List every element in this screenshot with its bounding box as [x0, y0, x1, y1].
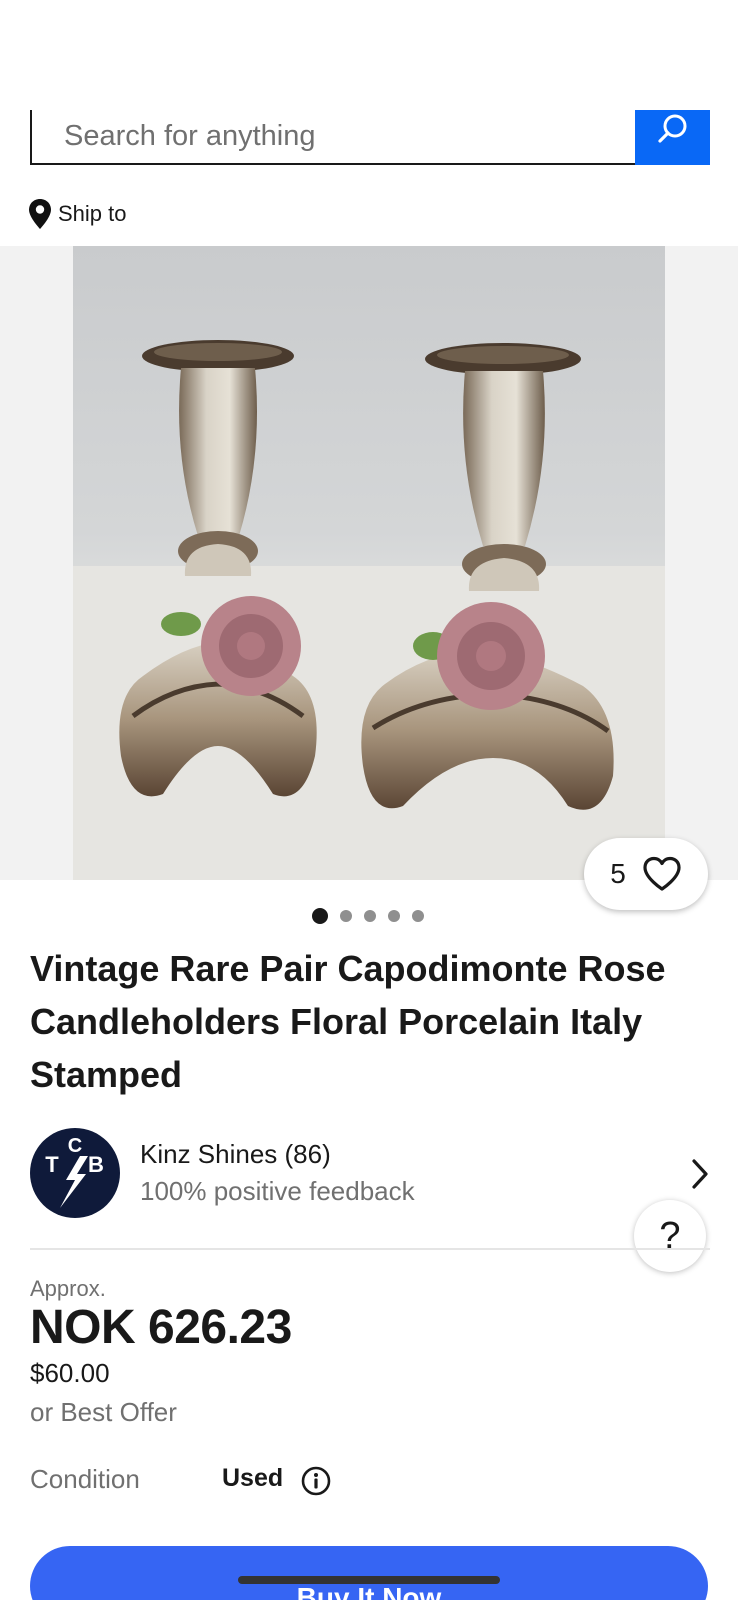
home-indicator — [238, 1576, 500, 1584]
condition-value: Used — [222, 1464, 284, 1492]
seller-logo: C T B — [45, 1135, 104, 1208]
chevron-right-icon — [692, 1159, 708, 1189]
svg-text:T: T — [45, 1152, 59, 1177]
best-offer-label: or Best Offer — [30, 1397, 177, 1427]
location-pin-icon — [29, 199, 51, 229]
pagination-dot[interactable] — [388, 910, 400, 922]
info-icon[interactable] — [301, 1466, 331, 1496]
divider — [30, 1248, 710, 1250]
seller-card[interactable]: C T B Kinz Shines (86) 100% positive fee… — [30, 1128, 710, 1218]
heart-icon — [643, 856, 681, 891]
seller-avatar: C T B — [30, 1128, 120, 1218]
condition-label: Condition — [30, 1464, 140, 1494]
price-local: NOK 626.23 — [30, 1301, 292, 1354]
help-label: ? — [659, 1214, 681, 1257]
help-button[interactable]: ? — [634, 1200, 706, 1272]
pagination-dot[interactable] — [312, 908, 328, 924]
ship-to-button[interactable]: Ship to — [28, 198, 127, 230]
search-icon — [657, 114, 686, 143]
svg-text:B: B — [88, 1152, 104, 1177]
search-button[interactable] — [635, 110, 710, 165]
seller-feedback: 100% positive feedback — [140, 1176, 415, 1206]
pagination-dot[interactable] — [340, 910, 352, 922]
price-original: $60.00 — [30, 1358, 110, 1388]
listing-title: Vintage Rare Pair Capodimonte Rose Candl… — [30, 948, 666, 1095]
search-input[interactable] — [64, 120, 635, 153]
approx-label: Approx. — [30, 1276, 106, 1301]
svg-text:C: C — [68, 1135, 82, 1157]
watchlist-button[interactable]: 5 — [584, 838, 708, 910]
buy-it-now-button[interactable]: Buy It Now — [30, 1546, 708, 1600]
pagination-dot[interactable] — [412, 910, 424, 922]
image-gallery[interactable] — [0, 246, 738, 880]
watch-count: 5 — [610, 858, 626, 889]
ship-to-label: Ship to — [58, 201, 127, 226]
candleholders-image — [73, 340, 665, 880]
seller-name: Kinz Shines (86) — [140, 1139, 331, 1169]
product-photo[interactable] — [73, 246, 665, 880]
pagination-dot[interactable] — [364, 910, 376, 922]
search-field[interactable] — [30, 110, 635, 165]
image-pagination — [312, 908, 424, 924]
search-bar — [30, 110, 710, 165]
